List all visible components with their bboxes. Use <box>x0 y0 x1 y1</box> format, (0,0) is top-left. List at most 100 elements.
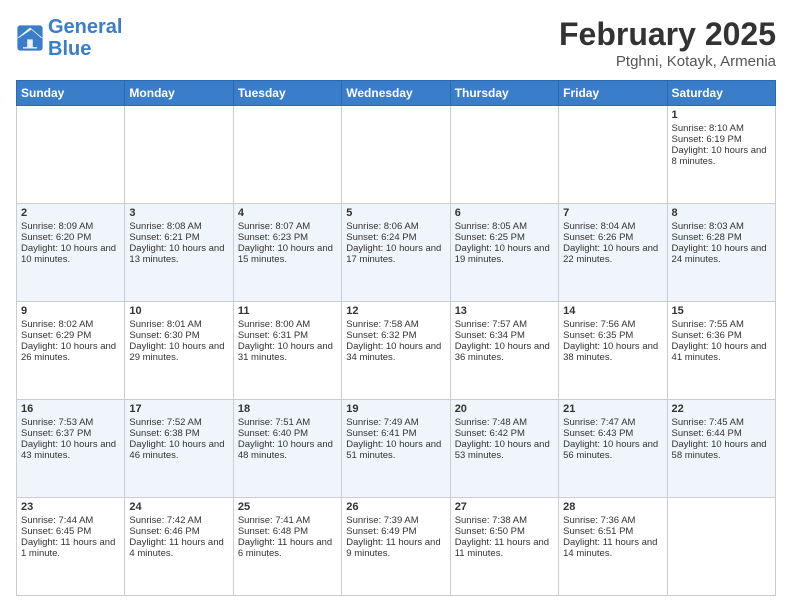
day-info: Sunset: 6:45 PM <box>21 526 120 537</box>
day-info: Sunrise: 7:48 AM <box>455 417 554 428</box>
calendar-cell <box>342 106 450 204</box>
calendar-cell: 22Sunrise: 7:45 AMSunset: 6:44 PMDayligh… <box>667 400 775 498</box>
day-number: 20 <box>455 403 554 415</box>
day-info: Daylight: 10 hours and 24 minutes. <box>672 243 771 265</box>
calendar-cell <box>559 106 667 204</box>
page: General Blue February 2025 Ptghni, Kotay… <box>0 0 792 612</box>
calendar-cell: 28Sunrise: 7:36 AMSunset: 6:51 PMDayligh… <box>559 498 667 596</box>
calendar-week-row: 23Sunrise: 7:44 AMSunset: 6:45 PMDayligh… <box>17 498 776 596</box>
day-info: Daylight: 10 hours and 43 minutes. <box>21 439 120 461</box>
day-info: Sunrise: 8:06 AM <box>346 221 445 232</box>
day-number: 17 <box>129 403 228 415</box>
day-info: Sunrise: 8:09 AM <box>21 221 120 232</box>
day-info: Daylight: 10 hours and 56 minutes. <box>563 439 662 461</box>
day-info: Sunset: 6:48 PM <box>238 526 337 537</box>
calendar-title: February 2025 <box>559 16 776 53</box>
day-number: 15 <box>672 305 771 317</box>
day-info: Daylight: 11 hours and 14 minutes. <box>563 537 662 559</box>
day-of-week-header: Wednesday <box>342 81 450 106</box>
day-info: Sunrise: 8:04 AM <box>563 221 662 232</box>
calendar-cell: 11Sunrise: 8:00 AMSunset: 6:31 PMDayligh… <box>233 302 341 400</box>
day-number: 22 <box>672 403 771 415</box>
day-info: Sunrise: 8:07 AM <box>238 221 337 232</box>
calendar-table: SundayMondayTuesdayWednesdayThursdayFrid… <box>16 80 776 596</box>
day-info: Sunset: 6:50 PM <box>455 526 554 537</box>
calendar-cell: 21Sunrise: 7:47 AMSunset: 6:43 PMDayligh… <box>559 400 667 498</box>
calendar-cell: 23Sunrise: 7:44 AMSunset: 6:45 PMDayligh… <box>17 498 125 596</box>
day-info: Sunrise: 8:03 AM <box>672 221 771 232</box>
day-info: Daylight: 10 hours and 34 minutes. <box>346 341 445 363</box>
calendar-cell: 18Sunrise: 7:51 AMSunset: 6:40 PMDayligh… <box>233 400 341 498</box>
calendar-cell: 14Sunrise: 7:56 AMSunset: 6:35 PMDayligh… <box>559 302 667 400</box>
day-info: Daylight: 11 hours and 6 minutes. <box>238 537 337 559</box>
day-info: Sunrise: 7:36 AM <box>563 515 662 526</box>
calendar-week-row: 16Sunrise: 7:53 AMSunset: 6:37 PMDayligh… <box>17 400 776 498</box>
day-info: Sunset: 6:49 PM <box>346 526 445 537</box>
calendar-cell: 13Sunrise: 7:57 AMSunset: 6:34 PMDayligh… <box>450 302 558 400</box>
day-info: Sunset: 6:42 PM <box>455 428 554 439</box>
calendar-cell <box>450 106 558 204</box>
logo-line2: Blue <box>48 38 122 60</box>
day-of-week-header: Sunday <box>17 81 125 106</box>
calendar-cell: 9Sunrise: 8:02 AMSunset: 6:29 PMDaylight… <box>17 302 125 400</box>
day-number: 9 <box>21 305 120 317</box>
day-info: Sunrise: 7:53 AM <box>21 417 120 428</box>
day-info: Sunset: 6:41 PM <box>346 428 445 439</box>
day-info: Sunrise: 7:39 AM <box>346 515 445 526</box>
day-info: Sunset: 6:29 PM <box>21 330 120 341</box>
day-info: Sunset: 6:44 PM <box>672 428 771 439</box>
day-info: Daylight: 10 hours and 22 minutes. <box>563 243 662 265</box>
day-number: 26 <box>346 501 445 513</box>
day-info: Sunset: 6:34 PM <box>455 330 554 341</box>
day-info: Sunrise: 7:55 AM <box>672 319 771 330</box>
calendar-cell <box>17 106 125 204</box>
day-info: Sunrise: 7:41 AM <box>238 515 337 526</box>
day-info: Sunset: 6:25 PM <box>455 232 554 243</box>
calendar-week-row: 1Sunrise: 8:10 AMSunset: 6:19 PMDaylight… <box>17 106 776 204</box>
day-info: Daylight: 10 hours and 46 minutes. <box>129 439 228 461</box>
day-info: Sunset: 6:43 PM <box>563 428 662 439</box>
day-number: 2 <box>21 207 120 219</box>
day-info: Sunset: 6:31 PM <box>238 330 337 341</box>
day-info: Sunset: 6:38 PM <box>129 428 228 439</box>
day-info: Daylight: 10 hours and 13 minutes. <box>129 243 228 265</box>
day-number: 4 <box>238 207 337 219</box>
calendar-cell: 10Sunrise: 8:01 AMSunset: 6:30 PMDayligh… <box>125 302 233 400</box>
calendar-cell: 27Sunrise: 7:38 AMSunset: 6:50 PMDayligh… <box>450 498 558 596</box>
day-info: Daylight: 11 hours and 4 minutes. <box>129 537 228 559</box>
day-number: 18 <box>238 403 337 415</box>
day-info: Sunrise: 8:00 AM <box>238 319 337 330</box>
day-info: Sunrise: 7:45 AM <box>672 417 771 428</box>
calendar-cell: 6Sunrise: 8:05 AMSunset: 6:25 PMDaylight… <box>450 204 558 302</box>
day-info: Sunrise: 8:10 AM <box>672 123 771 134</box>
calendar-cell: 17Sunrise: 7:52 AMSunset: 6:38 PMDayligh… <box>125 400 233 498</box>
day-number: 13 <box>455 305 554 317</box>
day-info: Sunset: 6:28 PM <box>672 232 771 243</box>
day-info: Sunrise: 8:05 AM <box>455 221 554 232</box>
calendar-week-row: 9Sunrise: 8:02 AMSunset: 6:29 PMDaylight… <box>17 302 776 400</box>
day-info: Sunrise: 8:08 AM <box>129 221 228 232</box>
day-number: 3 <box>129 207 228 219</box>
day-info: Daylight: 10 hours and 48 minutes. <box>238 439 337 461</box>
day-info: Sunset: 6:35 PM <box>563 330 662 341</box>
day-info: Sunrise: 7:57 AM <box>455 319 554 330</box>
day-info: Daylight: 10 hours and 26 minutes. <box>21 341 120 363</box>
day-info: Sunset: 6:23 PM <box>238 232 337 243</box>
day-number: 28 <box>563 501 662 513</box>
day-info: Sunrise: 7:51 AM <box>238 417 337 428</box>
logo-icon <box>16 24 44 52</box>
day-number: 10 <box>129 305 228 317</box>
logo: General Blue <box>16 16 122 60</box>
title-block: February 2025 Ptghni, Kotayk, Armenia <box>559 16 776 70</box>
day-info: Daylight: 10 hours and 15 minutes. <box>238 243 337 265</box>
day-info: Daylight: 10 hours and 29 minutes. <box>129 341 228 363</box>
day-info: Sunset: 6:19 PM <box>672 134 771 145</box>
day-info: Sunset: 6:36 PM <box>672 330 771 341</box>
day-info: Sunrise: 7:44 AM <box>21 515 120 526</box>
day-info: Sunset: 6:20 PM <box>21 232 120 243</box>
day-number: 5 <box>346 207 445 219</box>
day-of-week-header: Monday <box>125 81 233 106</box>
calendar-cell: 8Sunrise: 8:03 AMSunset: 6:28 PMDaylight… <box>667 204 775 302</box>
day-info: Sunrise: 7:58 AM <box>346 319 445 330</box>
day-number: 27 <box>455 501 554 513</box>
